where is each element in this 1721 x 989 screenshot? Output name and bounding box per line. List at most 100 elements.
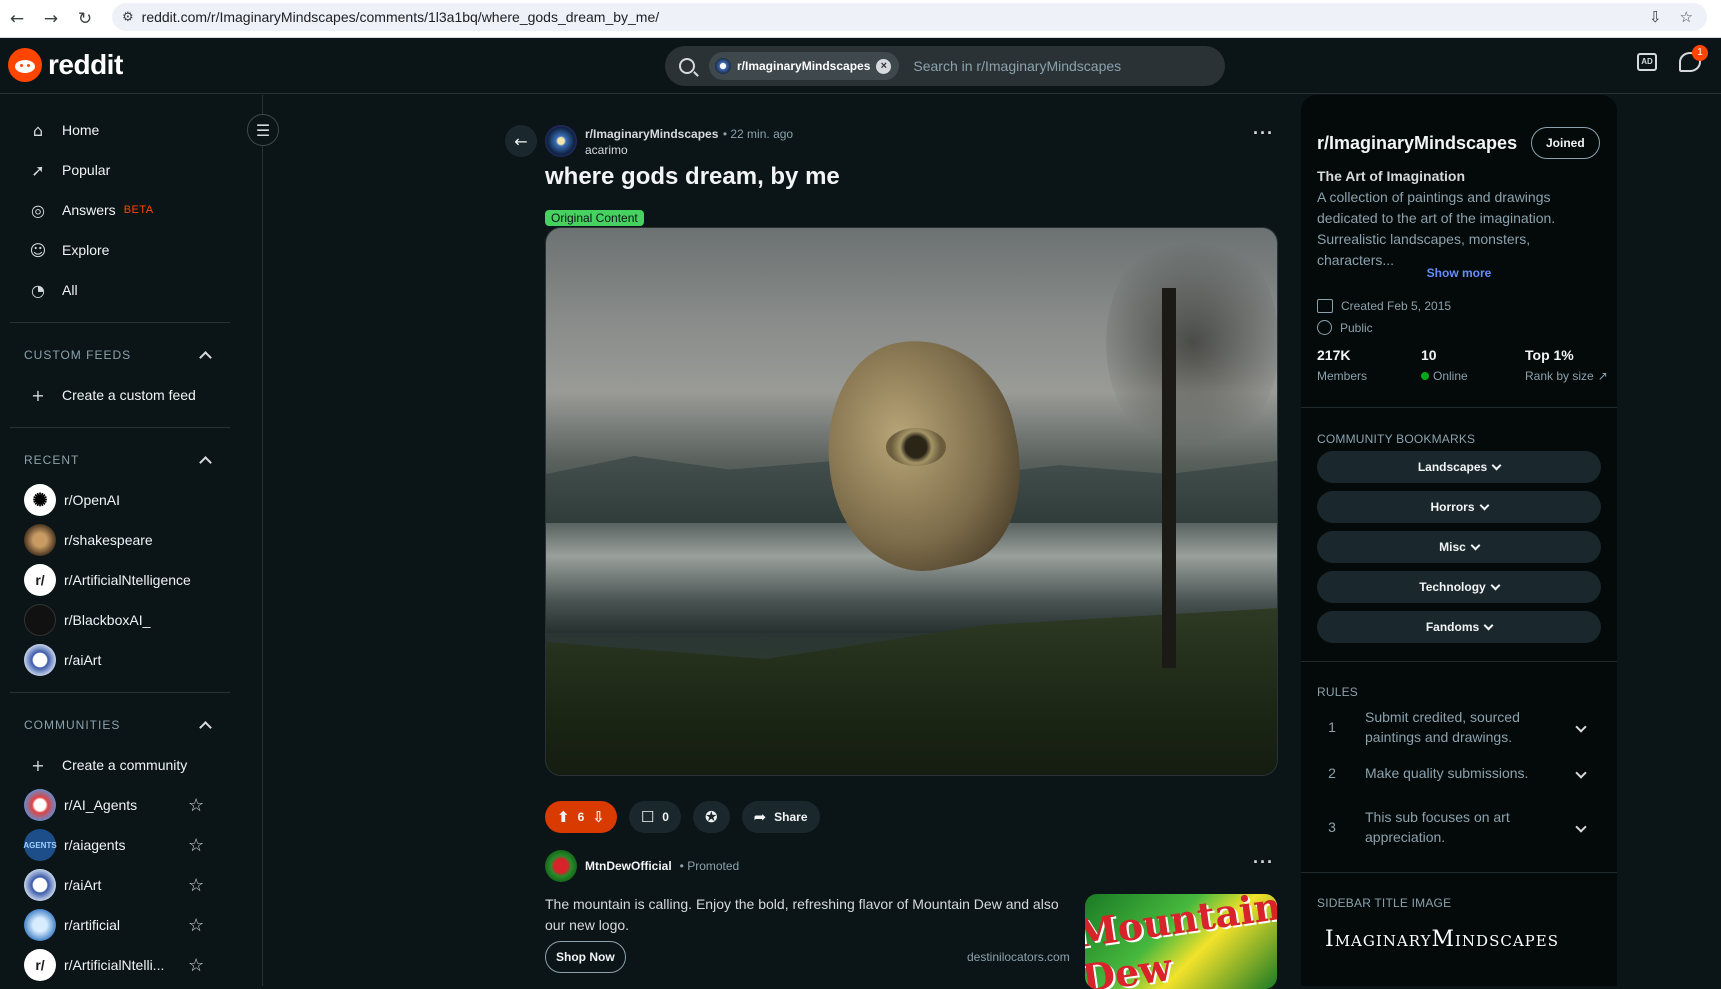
community-subtitle: The Art of Imagination [1317,168,1466,184]
bookmark-button[interactable]: Misc [1317,531,1601,563]
community-item[interactable]: r/artificial ☆ [0,905,262,945]
sidebar-item-answers[interactable]: ◎ Answers BETA [0,190,262,230]
create-community[interactable]: + Create a community [0,745,262,785]
rules-title: RULES [1317,685,1359,699]
shop-now-button[interactable]: Shop Now [545,941,626,973]
sidebar-item-label: Explore [62,242,110,258]
rank-stat[interactable]: Top 1% Rank by size ↗ [1525,347,1617,383]
visibility-label: Public [1340,320,1373,335]
post-actions: ⬆ 6 ⇩ ☐ 0 ✪ ➦ Share [545,801,820,833]
chevron-down-icon [1479,500,1489,510]
promo-domain[interactable]: destinilocators.com [967,950,1070,964]
post-image[interactable] [545,227,1278,776]
sidebar-item-label: Home [62,122,100,138]
promo-image-logo: Mountain Dew [1085,894,1277,989]
recent-header[interactable]: RECENT [0,440,262,480]
create-custom-feed[interactable]: + Create a custom feed [0,375,262,415]
address-bar[interactable]: ⚙ reddit.com/r/ImaginaryMindscapes/comme… [112,3,1707,31]
upvote-icon[interactable]: ⬆ [557,808,570,826]
community-item[interactable]: r/ r/ArtificialNtelli... ☆ [0,945,262,985]
star-icon[interactable]: ☆ [188,915,204,936]
promo-image[interactable]: Mountain Dew [1085,894,1277,989]
more-options-icon[interactable]: ··· [1253,852,1274,873]
divider [10,692,230,693]
star-icon[interactable]: ☆ [188,955,204,976]
bookmark-button[interactable]: Fandoms [1317,611,1601,643]
post-author-link[interactable]: acarimo [585,143,793,157]
star-icon[interactable]: ☆ [188,875,204,896]
online-label: Online [1433,369,1468,383]
clear-chip-icon[interactable]: × [876,58,892,74]
back-arrow-icon[interactable]: ← [0,4,34,34]
recent-item-label: r/aiArt [64,652,102,668]
share-button[interactable]: ➦ Share [741,801,820,833]
bookmark-button[interactable]: Horrors [1317,491,1601,523]
sidebar-item-label: Popular [62,162,111,178]
community-item[interactable]: r/aiArt ☆ [0,865,262,905]
joined-button[interactable]: Joined [1531,127,1600,159]
tree-canopy [1106,228,1277,458]
advertise-icon[interactable]: AD [1637,53,1657,71]
menu-toggle-icon[interactable]: ☰ [247,114,279,146]
communities-header[interactable]: COMMUNITIES [0,705,262,745]
vote-count: 6 [577,810,585,824]
created-date: Created Feb 5, 2015 [1341,299,1452,313]
search-bar[interactable]: r/ImaginaryMindscapes × Search in r/Imag… [665,46,1225,86]
sidebar-title-image: ImaginaryMindscapes [1325,927,1559,952]
sidebar-item-popular[interactable]: ➚ Popular [0,150,262,190]
rule-text: Make quality submissions. [1365,765,1529,781]
explore-icon: ☺ [29,240,47,260]
recent-item[interactable]: r/ r/ArtificialNtelligence [0,560,262,600]
post-flair[interactable]: Original Content [545,210,644,226]
chevron-up-icon [199,720,212,734]
sidebar-item-home[interactable]: ⌂ Home [0,110,262,150]
browser-toolbar: ← → ↻ ⚙ reddit.com/r/ImaginaryMindscapes… [0,0,1721,38]
subreddit-avatar-icon[interactable] [545,125,577,157]
sidebar-item-explore[interactable]: ☺ Explore [0,230,262,270]
recent-item[interactable]: ✺ r/OpenAI [0,480,262,520]
rule-item[interactable]: 2 Make quality submissions. [1317,763,1601,783]
search-subreddit-chip[interactable]: r/ImaginaryMindscapes × [709,52,900,80]
community-item[interactable]: r/AI_Agents ☆ [0,785,262,825]
rule-item[interactable]: 3 This sub focuses on art appreciation. [1317,807,1601,847]
promo-avatar[interactable] [545,850,577,882]
comments-button[interactable]: ☐ 0 [628,801,681,833]
back-button[interactable]: ← [505,125,537,157]
rule-item[interactable]: 1 Submit credited, sourced paintings and… [1317,707,1601,747]
section-title: RECENT [24,453,80,467]
online-stat: 10 Online [1421,347,1525,383]
chat-icon[interactable]: 1 [1679,45,1708,72]
recent-item[interactable]: r/aiArt [0,640,262,680]
cake-icon [1317,299,1333,313]
sidebar-item-all[interactable]: ◔ All [0,270,262,310]
divider [10,427,230,428]
home-icon: ⌂ [32,120,44,140]
reddit-logo[interactable]: reddit [8,48,123,82]
recent-item[interactable]: r/BlackboxAI_ [0,600,262,640]
custom-feeds-header[interactable]: CUSTOM FEEDS [0,335,262,375]
promo-advertiser[interactable]: MtnDewOfficial [585,859,672,873]
show-more-button[interactable]: Show more [1301,266,1617,280]
install-icon[interactable]: ⇩ [1649,8,1662,26]
site-settings-icon[interactable]: ⚙ [122,10,134,25]
reload-icon[interactable]: ↻ [68,4,102,34]
community-name[interactable]: r/ImaginaryMindscapes [1317,133,1517,154]
more-options-icon[interactable]: ··· [1253,123,1274,144]
bookmark-button[interactable]: Landscapes [1317,451,1601,483]
forward-arrow-icon[interactable]: → [34,4,68,34]
bookmark-button[interactable]: Technology [1317,571,1601,603]
bookmark-label: Landscapes [1417,460,1488,474]
visibility-row: Public [1317,320,1373,335]
post-subreddit-link[interactable]: r/ImaginaryMindscapes [585,127,718,141]
downvote-icon[interactable]: ⇩ [592,808,605,826]
recent-item-label: r/OpenAI [64,492,121,508]
award-icon: ✪ [704,808,718,826]
star-icon[interactable]: ☆ [188,835,204,856]
divider [10,322,230,323]
star-icon[interactable]: ☆ [188,795,204,816]
bookmark-star-icon[interactable]: ☆ [1680,8,1693,26]
community-item[interactable]: AGENTS r/aiagents ☆ [0,825,262,865]
search-input[interactable]: Search in r/ImaginaryMindscapes [913,58,1121,74]
award-button[interactable]: ✪ [692,801,730,833]
recent-item[interactable]: r/shakespeare [0,520,262,560]
